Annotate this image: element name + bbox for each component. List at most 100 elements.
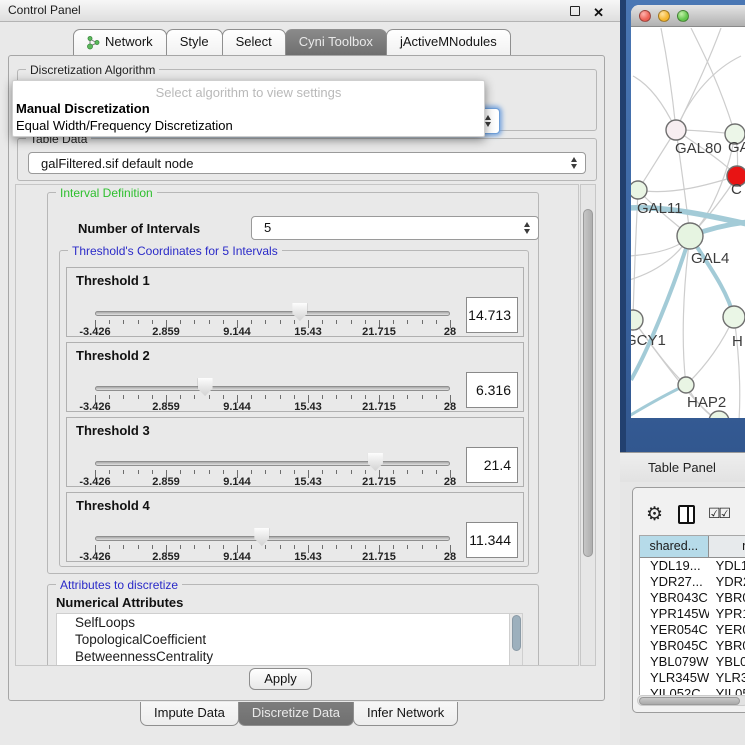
- tab-style[interactable]: Style: [166, 29, 223, 55]
- tick-mark: [123, 320, 124, 324]
- close-traffic-light[interactable]: [639, 10, 651, 22]
- threshold-value-field[interactable]: 21.4: [466, 447, 518, 483]
- slider-handle[interactable]: [198, 378, 213, 396]
- node-label: GA: [728, 139, 745, 156]
- network-node-h[interactable]: [723, 306, 745, 328]
- gear-icon[interactable]: ⚙: [646, 502, 663, 528]
- cell-shared-name[interactable]: YER054C: [640, 622, 709, 638]
- network-canvas[interactable]: GAL80GACGAL11GAL4GCY1HHAP2: [631, 28, 745, 418]
- cell-name[interactable]: YLR345W: [709, 670, 745, 686]
- network-edge-highlighted[interactable]: [631, 385, 686, 416]
- table-horizontal-scrollbar[interactable]: [637, 695, 745, 706]
- tick-mark: [109, 395, 110, 399]
- cell-name[interactable]: YBR045C: [709, 638, 745, 654]
- network-desktop: GAL80GACGAL11GAL4GCY1HHAP2: [620, 0, 745, 452]
- table-row[interactable]: YBL079WYBL079W: [640, 654, 745, 670]
- cell-shared-name[interactable]: YDL19...: [640, 558, 709, 574]
- tab-jactivemnodules[interactable]: jActiveMNodules: [386, 29, 511, 55]
- network-edge[interactable]: [691, 28, 735, 134]
- attribute-list-item[interactable]: SelfLoops: [57, 614, 522, 631]
- apply-button[interactable]: Apply: [249, 668, 312, 690]
- network-node[interactable]: [709, 411, 729, 418]
- split-divider[interactable]: [620, 0, 626, 452]
- cell-name[interactable]: YBL079W: [709, 654, 745, 670]
- network-node-hap2[interactable]: [678, 377, 694, 393]
- table-row[interactable]: YDR27...YDR27...: [640, 574, 745, 590]
- tick-mark: [194, 320, 195, 324]
- number-of-intervals-combobox[interactable]: 5: [251, 216, 539, 240]
- table-row[interactable]: YIL052CYIL052C: [640, 686, 745, 695]
- cell-shared-name[interactable]: YBL079W: [640, 654, 709, 670]
- minimize-traffic-light[interactable]: [658, 10, 670, 22]
- tick-mark: [194, 470, 195, 474]
- threshold-value-field[interactable]: 11.344: [466, 522, 518, 558]
- network-node-gal4[interactable]: [677, 223, 703, 249]
- network-edge[interactable]: [633, 320, 686, 385]
- tick-mark: [407, 395, 408, 399]
- network-node-gal11[interactable]: [631, 181, 647, 199]
- cell-shared-name[interactable]: YBR043C: [640, 590, 709, 606]
- cell-shared-name[interactable]: YDR27...: [640, 574, 709, 590]
- network-window-titlebar[interactable]: [631, 5, 745, 27]
- cell-name[interactable]: YBR043C: [709, 590, 745, 606]
- slider-handle[interactable]: [254, 528, 269, 546]
- cell-shared-name[interactable]: YLR345W: [640, 670, 709, 686]
- table-data-combobox[interactable]: galFiltered.sif default node: [28, 152, 586, 174]
- cell-name[interactable]: YDL19...: [709, 558, 745, 574]
- algorithm-option-manual[interactable]: Manual Discretization: [13, 100, 484, 117]
- threshold-value-field[interactable]: 6.316: [466, 372, 518, 408]
- slider-track[interactable]: [95, 536, 450, 541]
- network-edge[interactable]: [638, 176, 737, 192]
- algorithm-option-equal-width[interactable]: Equal Width/Frequency Discretization: [13, 117, 484, 134]
- threshold-label: Threshold 3: [76, 423, 150, 438]
- tick-mark: [336, 320, 337, 324]
- network-edge-highlighted[interactable]: [690, 236, 734, 317]
- close-icon[interactable]: ✕: [593, 2, 604, 23]
- slider-track[interactable]: [95, 386, 450, 391]
- network-edge-highlighted[interactable]: [631, 236, 690, 380]
- table-row[interactable]: YPR145WYPR145W: [640, 606, 745, 622]
- threshold-value-field[interactable]: 14.713: [466, 297, 518, 333]
- cell-name[interactable]: YDR27...: [709, 574, 745, 590]
- attribute-list-item[interactable]: TopologicalCoefficient: [57, 631, 522, 648]
- table-row[interactable]: YER054CYER054C: [640, 622, 745, 638]
- zoom-traffic-light[interactable]: [677, 10, 689, 22]
- attributes-scrollbar[interactable]: [509, 614, 522, 666]
- tab-network[interactable]: Network: [73, 29, 167, 55]
- table-row[interactable]: YDL19...YDL19...: [640, 558, 745, 574]
- network-edge[interactable]: [686, 317, 734, 385]
- column-layout-icon[interactable]: [678, 505, 695, 524]
- cell-shared-name[interactable]: YPR145W: [640, 606, 709, 622]
- tab-select[interactable]: Select: [222, 29, 286, 55]
- network-node-gcy1[interactable]: [631, 310, 643, 330]
- tick-mark: [209, 545, 210, 549]
- cyni-toolbox-panel: Discretization Algorithm Table Data galF…: [8, 55, 605, 701]
- algorithm-placeholder-option[interactable]: Select algorithm to view settings: [13, 81, 484, 100]
- tick-mark: [209, 395, 210, 399]
- cell-name[interactable]: YIL052C: [709, 686, 745, 695]
- slider-handle[interactable]: [292, 303, 307, 321]
- slider-handle[interactable]: [368, 453, 383, 471]
- float-window-icon[interactable]: [570, 6, 580, 16]
- tab-discretize-data[interactable]: Discretize Data: [238, 702, 354, 726]
- cell-shared-name[interactable]: YBR045C: [640, 638, 709, 654]
- select-columns-icon[interactable]: ☑☑: [708, 505, 729, 522]
- table-row[interactable]: YLR345WYLR345W: [640, 670, 745, 686]
- column-header-shared-name[interactable]: shared...: [640, 536, 709, 558]
- table-row[interactable]: YBR043CYBR043C: [640, 590, 745, 606]
- tick-mark: [265, 470, 266, 474]
- network-node-gal80[interactable]: [666, 120, 686, 140]
- network-edge[interactable]: [676, 56, 741, 130]
- panel-vertical-scrollbar[interactable]: [580, 184, 596, 666]
- cell-shared-name[interactable]: YIL052C: [640, 686, 709, 695]
- tab-infer-network[interactable]: Infer Network: [353, 702, 458, 726]
- attribute-list-item[interactable]: BetweennessCentrality: [57, 648, 522, 665]
- cell-name[interactable]: YER054C: [709, 622, 745, 638]
- tab-impute-data[interactable]: Impute Data: [140, 702, 239, 726]
- tab-cyni-toolbox[interactable]: Cyni Toolbox: [285, 29, 387, 55]
- cell-name[interactable]: YPR145W: [709, 606, 745, 622]
- slider-track[interactable]: [95, 461, 450, 466]
- table-row[interactable]: YBR045CYBR045C: [640, 638, 745, 654]
- slider-track[interactable]: [95, 311, 450, 316]
- column-header-name[interactable]: name: [709, 536, 745, 558]
